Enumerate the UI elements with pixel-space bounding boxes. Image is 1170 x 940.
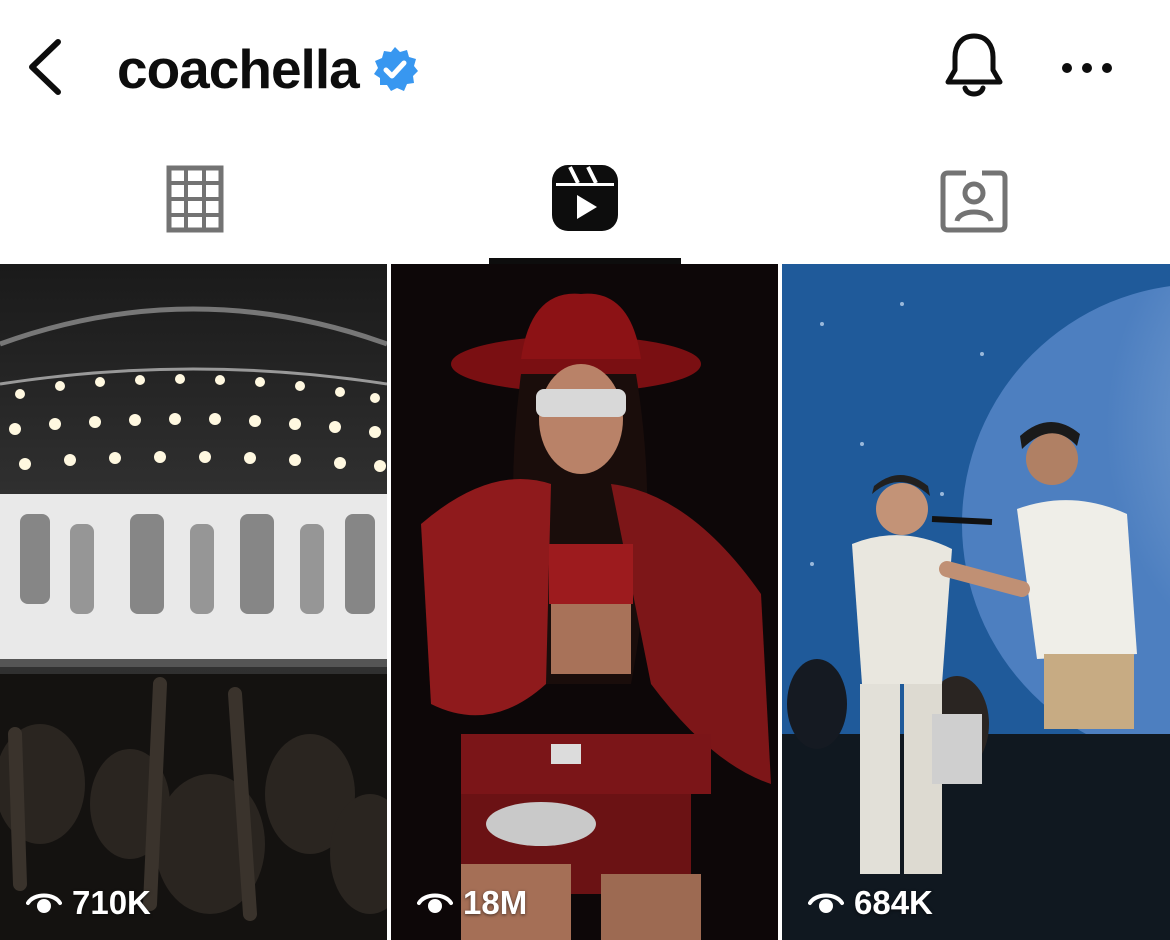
- view-count: 684K: [808, 884, 933, 922]
- reel-thumbnail: [0, 264, 387, 940]
- reel-tile[interactable]: 684K: [782, 264, 1170, 940]
- view-count: 710K: [26, 884, 151, 922]
- reel-tile[interactable]: 710K: [0, 264, 387, 940]
- tab-reels[interactable]: [390, 135, 780, 263]
- tab-tagged[interactable]: [780, 135, 1170, 263]
- tab-posts[interactable]: [0, 135, 390, 263]
- profile-tabs: [0, 135, 1170, 263]
- reels-grid: 710K 18M 684K: [0, 264, 1170, 940]
- reel-tile[interactable]: 18M: [391, 264, 778, 940]
- view-count: 18M: [417, 884, 527, 922]
- back-button[interactable]: [22, 36, 68, 98]
- chevron-left-icon: [29, 39, 61, 95]
- view-count-text: 18M: [463, 884, 528, 921]
- eye-icon: [26, 893, 62, 913]
- view-count-text: 684K: [854, 884, 933, 921]
- reel-thumbnail: [391, 264, 778, 940]
- tagged-user-icon: [940, 170, 1008, 233]
- eye-icon: [808, 893, 844, 913]
- view-count-text: 710K: [72, 884, 151, 921]
- bell-icon: [945, 33, 1003, 97]
- username-row: coachella: [117, 34, 419, 104]
- profile-username: coachella: [117, 38, 360, 100]
- eye-icon: [417, 893, 453, 913]
- reel-thumbnail: [782, 264, 1170, 940]
- more-horizontal-icon: [1062, 63, 1112, 73]
- profile-header: coachella: [0, 0, 1170, 135]
- more-options-button[interactable]: [1058, 50, 1116, 86]
- grid-icon: [166, 165, 224, 233]
- reels-icon: [552, 165, 618, 231]
- verified-badge-icon: [373, 47, 418, 91]
- notifications-button[interactable]: [941, 30, 1007, 102]
